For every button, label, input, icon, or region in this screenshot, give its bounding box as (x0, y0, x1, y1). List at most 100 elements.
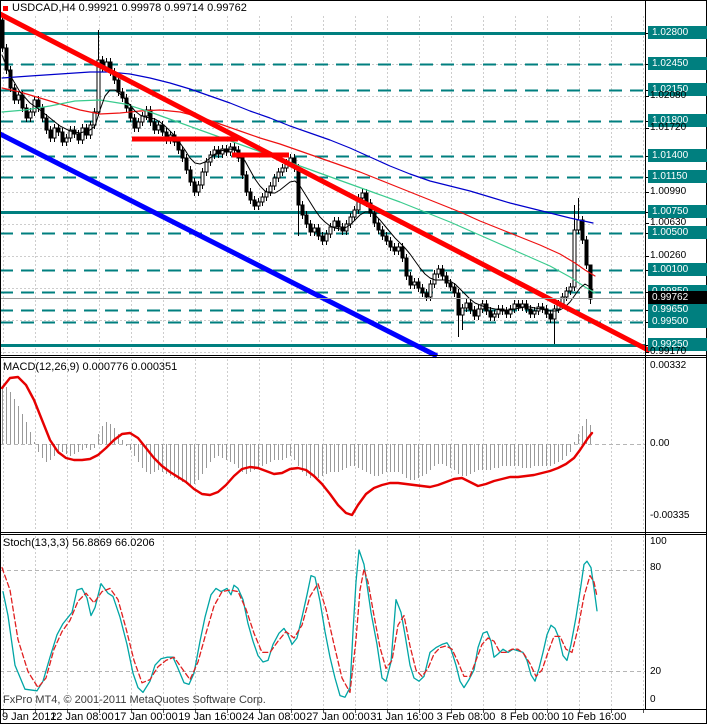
candle-body (492, 313, 497, 318)
candle-body (280, 167, 285, 173)
candle-body (36, 99, 41, 109)
time-axis-label: 8 Feb 00:00 (500, 711, 560, 723)
candle-body (420, 287, 425, 294)
price-grid-label: 1.00260 (650, 250, 687, 261)
candle-body (396, 246, 401, 252)
candle-body (156, 124, 161, 131)
candle-body (56, 127, 61, 133)
candle-body (116, 79, 121, 93)
candle-body (204, 161, 209, 173)
candle-body (276, 171, 281, 179)
candle-body (440, 268, 445, 277)
candle-body (220, 148, 225, 155)
price-level-badge: 1.02800 (648, 26, 707, 39)
candle-body (468, 302, 473, 311)
price-grid-label: 0.99170 (650, 346, 687, 357)
candle-body (16, 94, 21, 101)
price-level-badge: 1.01150 (648, 170, 707, 183)
time-axis-label: 31 Jan 16:00 (370, 711, 434, 723)
candle-body (184, 157, 189, 171)
candle-body (128, 107, 133, 119)
candle-body (464, 302, 469, 309)
macd-axis-label: -0.00335 (650, 510, 690, 521)
candle-body (268, 185, 273, 193)
candle-body (320, 235, 325, 242)
candle-body (548, 313, 553, 320)
candle-body (452, 286, 457, 294)
candle-body (308, 223, 313, 233)
candle-body (488, 310, 493, 318)
candle-body (476, 308, 481, 317)
time-axis-label: 12 Jan 08:00 (50, 711, 114, 723)
candle-body (20, 94, 25, 109)
copyright-text: FxPro MT4, © 2001-2011 MetaQuotes Softwa… (3, 694, 266, 706)
candle-body (380, 229, 385, 237)
candle-body (312, 227, 317, 233)
candle-body (428, 283, 433, 298)
candle-body (44, 117, 49, 131)
candle-body (448, 282, 453, 288)
candle-body (504, 310, 509, 315)
candle-body (532, 310, 537, 315)
candle-body (472, 309, 477, 317)
candle-body (188, 169, 193, 183)
time-axis-label: 10 Feb 16:00 (561, 711, 627, 723)
mt4-chart-window: USDCAD,H4 0.99921 0.99978 0.99714 0.9976… (0, 0, 707, 724)
candle-body (28, 111, 33, 119)
candle-body (244, 174, 249, 193)
candle-body (408, 275, 413, 286)
candle-body (160, 124, 165, 133)
chart-title: USDCAD,H4 0.99921 0.99978 0.99714 0.9976… (12, 2, 247, 14)
candle-body (196, 184, 201, 193)
candle-body (332, 220, 337, 228)
price-level-badge: 0.99500 (648, 315, 707, 328)
candle-body (328, 226, 333, 235)
candle-body (304, 214, 309, 225)
candle-body (48, 129, 53, 139)
candle-body (584, 239, 589, 266)
candle-body (0, 19, 5, 49)
macd-axis-label: 0.00332 (650, 360, 687, 371)
candle-body (136, 121, 141, 129)
candle-body (580, 219, 585, 241)
candle-body (152, 121, 157, 131)
candle-body (52, 127, 57, 139)
candle-body (272, 177, 277, 187)
candle-body (200, 171, 205, 186)
candle-body (416, 281, 421, 289)
candle-body (436, 268, 441, 275)
price-level-badge: 1.01400 (648, 149, 707, 162)
stoch-indicator-label: Stoch(13,3,3) 56.8869 66.0206 (3, 537, 155, 549)
time-axis-label: 3 Feb 08:00 (436, 711, 496, 723)
price-grid-label: 1.00990 (650, 186, 687, 197)
time-axis-label: 17 Jan 00:00 (114, 711, 178, 723)
candle-body (76, 133, 81, 141)
candle-body (360, 192, 365, 199)
candle-body (248, 191, 253, 201)
candle-body (516, 303, 521, 308)
price-grid-label: 1.02080 (650, 90, 687, 101)
stoch-axis-label: 20 (650, 666, 662, 677)
candle-body (240, 157, 245, 176)
candle-body (564, 290, 569, 298)
candle-body (64, 137, 69, 143)
candle-body (180, 149, 185, 159)
candle-body (520, 303, 525, 308)
candle-body (80, 127, 85, 141)
candle-body (572, 229, 577, 288)
macd-indicator-label: MACD(12,26,9) 0.000776 0.000351 (3, 361, 178, 373)
candle-body (324, 233, 329, 242)
symbol-marker-icon (3, 6, 8, 11)
candle-body (384, 235, 389, 242)
candle-body (264, 191, 269, 198)
candle-body (540, 306, 545, 310)
candle-body (388, 240, 393, 248)
price-level-badge: 1.02450 (648, 57, 707, 70)
macd-axis-label: 0.00 (650, 438, 670, 449)
candle-body (404, 257, 409, 277)
candle-body (352, 209, 357, 218)
candle-body (316, 227, 321, 237)
stoch-axis-label: 100 (650, 536, 667, 547)
candle-body (12, 87, 17, 101)
candle-body (192, 181, 197, 193)
